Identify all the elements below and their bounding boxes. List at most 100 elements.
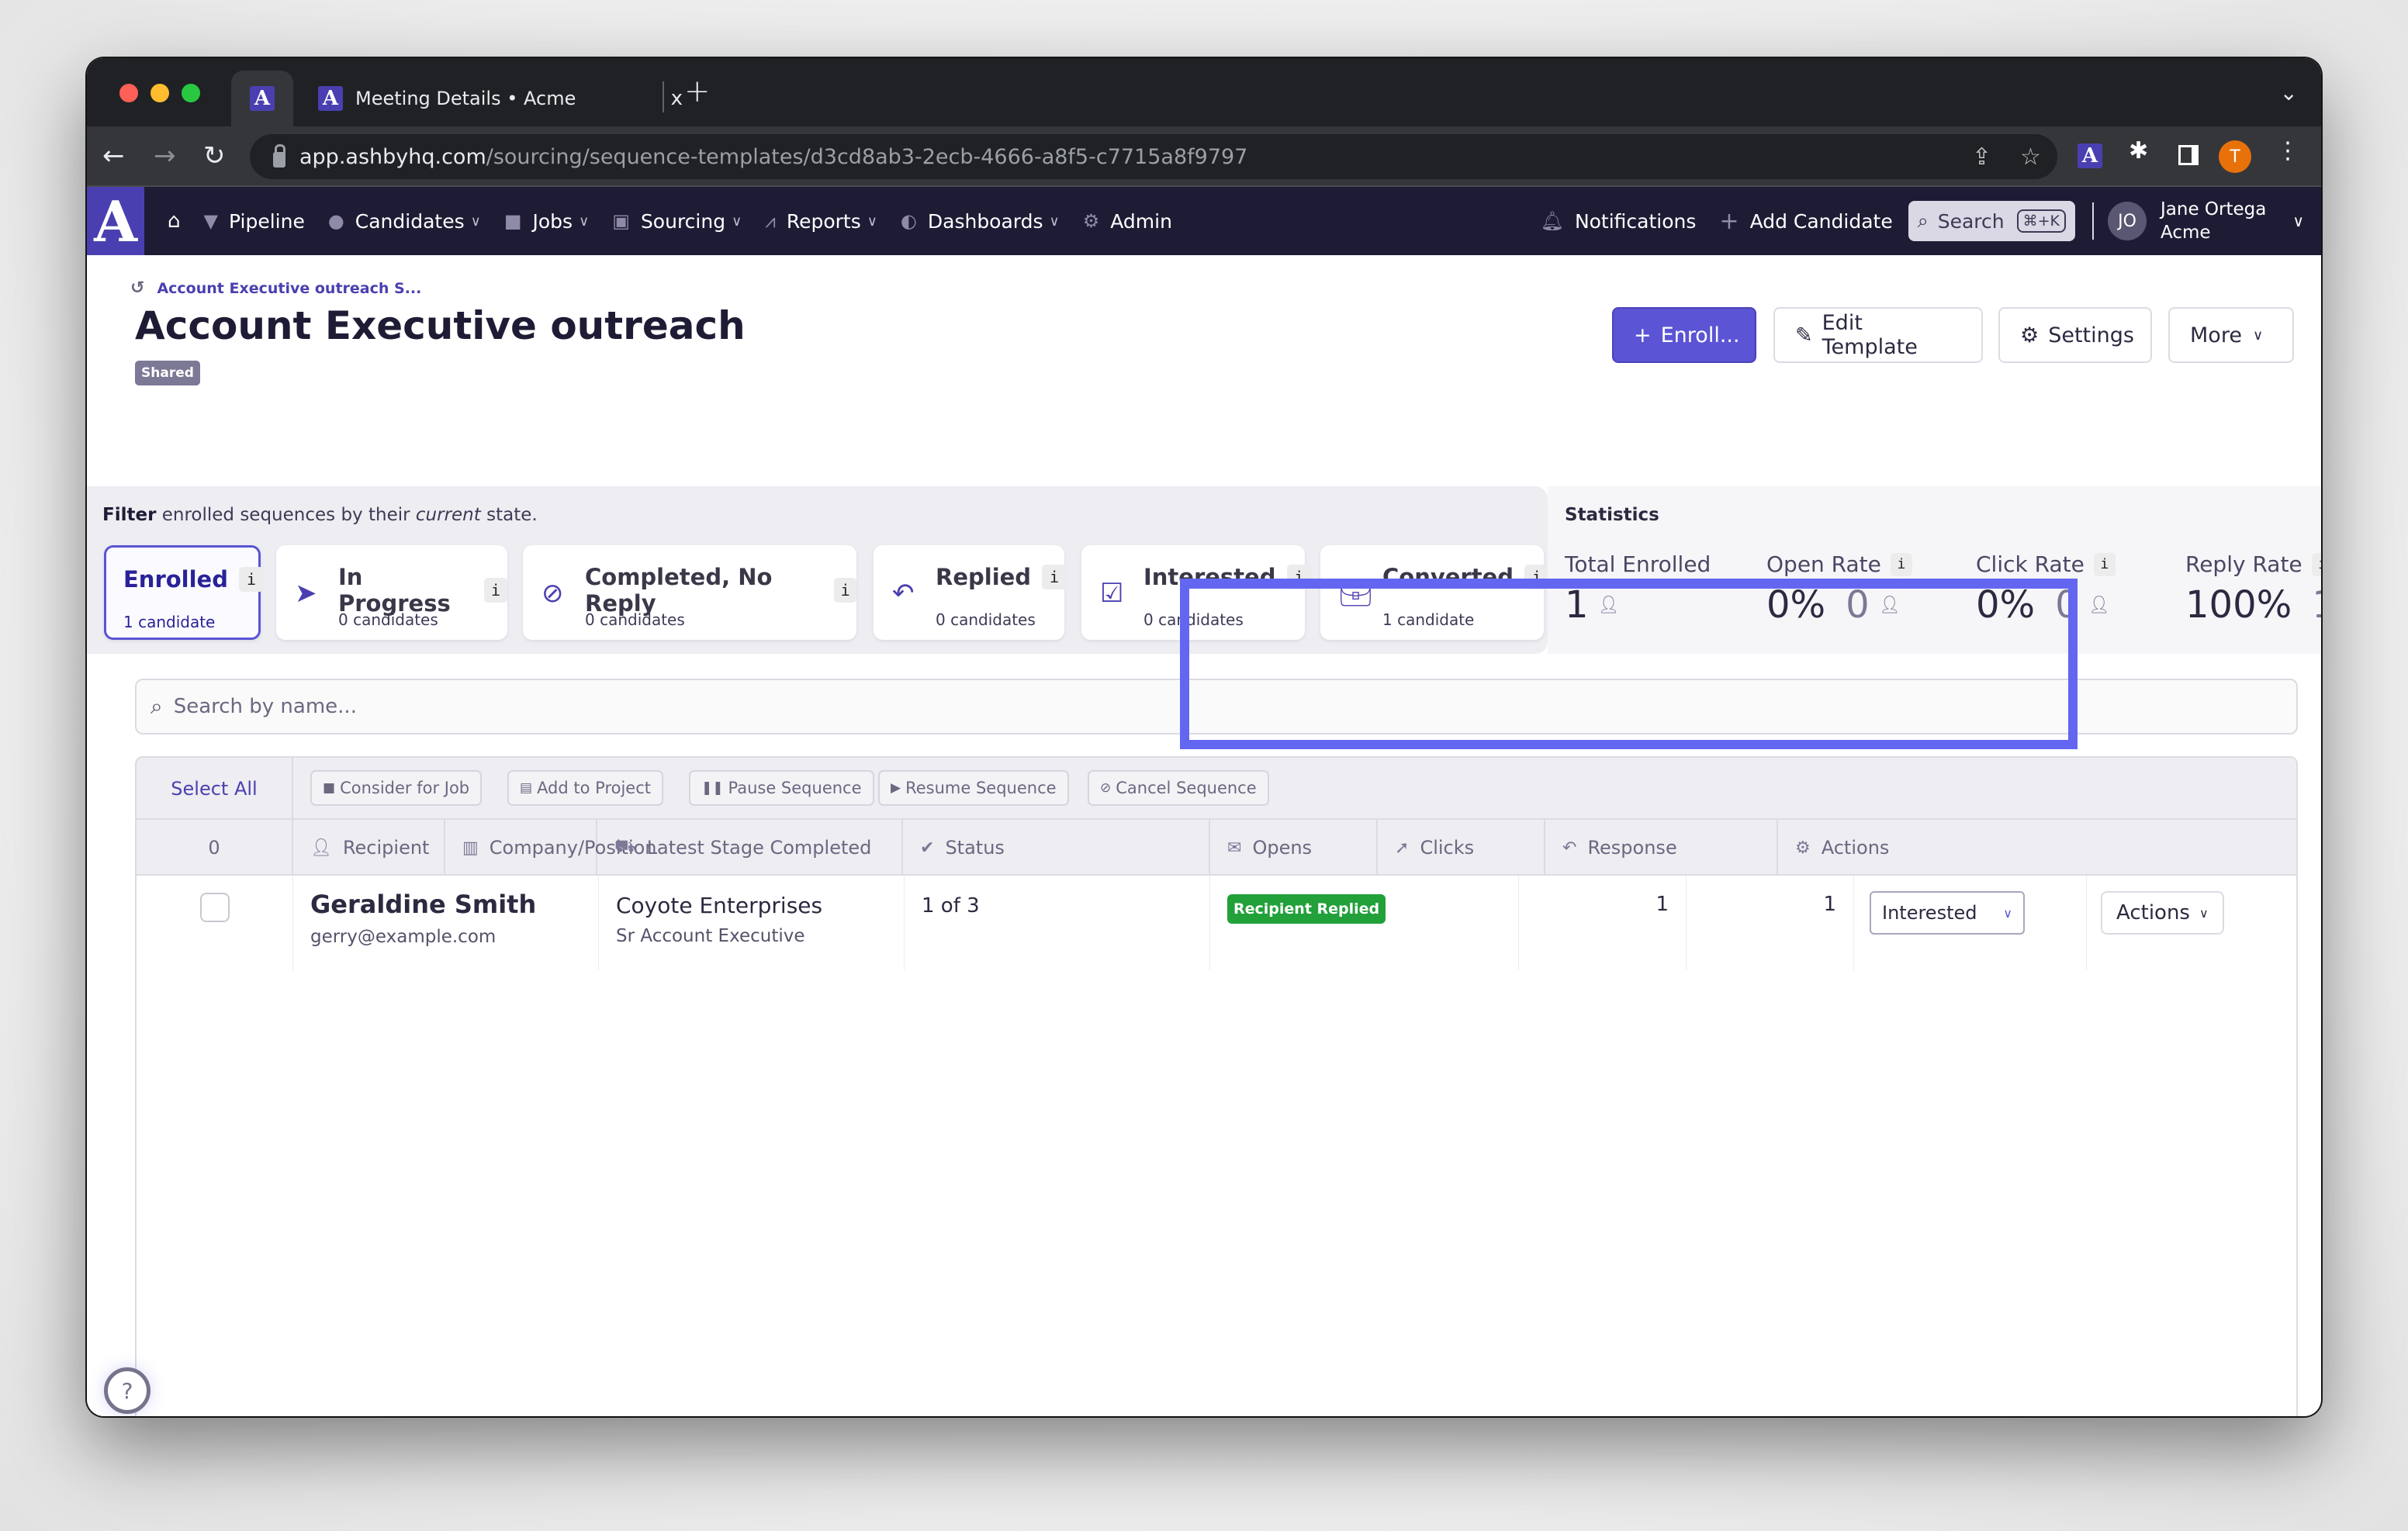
minimize-window-button[interactable]	[150, 84, 169, 102]
card-title-text: Enrolled	[123, 566, 228, 593]
row-checkbox[interactable]	[200, 893, 230, 922]
nav-candidates[interactable]: ● Candidates ∨	[328, 210, 481, 233]
info-icon[interactable]: i	[2093, 552, 2116, 576]
more-button[interactable]: More ∨	[2168, 307, 2294, 363]
info-icon[interactable]: i	[239, 567, 264, 592]
consider-for-job-button[interactable]: ■ Consider for Job	[310, 770, 483, 806]
cancel-sequence-button[interactable]: ⊘ Cancel Sequence	[1088, 770, 1269, 806]
info-icon[interactable]: i	[1286, 565, 1312, 589]
breadcrumb[interactable]: ↺ Account Executive outreach S...	[130, 278, 421, 298]
select-all-button[interactable]: Select All	[137, 758, 293, 820]
notifications-button[interactable]: 🔔︎ Notifications	[1540, 210, 1696, 233]
resume-sequence-button[interactable]: ▶ Resume Sequence	[878, 770, 1069, 806]
card-title: Replied i	[936, 564, 1067, 590]
stat-sub-value: 0	[1846, 583, 1870, 627]
chevron-down-icon: ∨	[732, 213, 742, 230]
stat-label: Total Enrolled	[1565, 551, 1711, 577]
card-title-text: In Progress	[338, 564, 451, 617]
chevron-down-icon[interactable]: ∨	[2292, 212, 2304, 230]
col-recipient[interactable]: 👤︎ Recipient	[293, 820, 445, 876]
stat-click-rate: Click Rate i 0% 0 👤︎	[1976, 551, 2116, 627]
profile-avatar[interactable]: T	[2219, 140, 2251, 173]
nav-pipeline[interactable]: ▼ Pipeline	[204, 210, 305, 233]
info-icon[interactable]: i	[2311, 552, 2321, 576]
filter-card-interested[interactable]: ☑ Interested i 0 candidates	[1081, 545, 1312, 640]
more-label: More	[2190, 323, 2242, 347]
card-title: Enrolled i	[123, 566, 264, 593]
nav-label: Dashboards	[927, 209, 1043, 233]
col-opens[interactable]: ✉ Opens	[1210, 820, 1378, 876]
forward-arrow-icon[interactable]: →	[154, 140, 176, 171]
tab-close-icon[interactable]: x	[671, 87, 683, 110]
new-tab-button[interactable]: +	[684, 74, 711, 109]
address-bar[interactable]: app.ashbyhq.com/sourcing/sequence-templa…	[250, 134, 2057, 179]
bookmark-star-icon[interactable]: ☆	[2020, 143, 2041, 171]
add-to-project-button[interactable]: ▤ Add to Project	[507, 770, 664, 806]
response-select[interactable]: Interested ∨	[1870, 891, 2025, 935]
back-arrow-icon[interactable]: ←	[102, 140, 125, 171]
side-panel-icon[interactable]	[2178, 145, 2199, 165]
person-envelope-icon: 👤︎	[310, 838, 332, 858]
share-icon[interactable]: ⇪	[1972, 143, 1991, 171]
col-status[interactable]: ✔ Status	[903, 820, 1210, 876]
table-row[interactable]: Geraldine Smith gerry@example.com Coyote…	[137, 876, 2296, 970]
history-icon: ↺	[130, 278, 145, 298]
nav-reports[interactable]: ⩘ Reports ∨	[765, 210, 877, 233]
stage-value: 1 of 3	[922, 894, 980, 918]
filter-card-enrolled[interactable]: Enrolled i 1 candidate	[104, 545, 264, 640]
edit-template-button[interactable]: ✎ Edit Template	[1773, 307, 1983, 363]
global-search-button[interactable]: ⌕ Search ⌘+K	[1908, 201, 2076, 241]
enroll-button[interactable]: + Enroll...	[1612, 307, 1756, 363]
stat-sub-value: 0	[2055, 583, 2079, 627]
nav-dashboards[interactable]: ◐ Dashboards ∨	[901, 210, 1060, 233]
nav-sourcing[interactable]: ▣ Sourcing ∨	[612, 210, 742, 233]
filter-card-replied[interactable]: ↶ Replied i 0 candidates	[874, 545, 1067, 640]
envelope-open-icon: ✉	[1227, 838, 1242, 858]
stat-reply-rate: Reply Rate i 100% 1	[2185, 551, 2321, 627]
info-icon[interactable]: i	[484, 578, 507, 603]
col-latest-stage[interactable]: ⛟ Latest Stage Completed	[597, 820, 903, 876]
pinned-tab[interactable]: A	[231, 71, 293, 126]
info-icon[interactable]: i	[1890, 552, 1912, 576]
ashby-logo[interactable]: A	[87, 187, 144, 255]
stat-value: 1	[1565, 583, 1589, 627]
name-search-input[interactable]	[173, 695, 2191, 718]
plus-icon: +	[1634, 323, 1652, 347]
pause-sequence-button[interactable]: ❚❚ Pause Sequence	[689, 770, 874, 806]
col-clicks[interactable]: ➚ Clicks	[1378, 820, 1545, 876]
nav-home[interactable]: ⌂	[168, 209, 181, 233]
filter-card-converted[interactable]: 💼︎ Converted i 1 candidate	[1320, 545, 1550, 640]
company-cell: Coyote Enterprises Sr Account Executive	[599, 876, 905, 970]
help-button[interactable]: ?	[104, 1367, 150, 1414]
col-company-position[interactable]: ▥ Company/Position	[445, 820, 657, 876]
add-candidate-button[interactable]: + Add Candidate	[1719, 208, 1892, 235]
row-actions-button[interactable]: Actions ∨	[2101, 891, 2224, 935]
info-icon[interactable]: i	[1524, 565, 1550, 589]
close-window-button[interactable]	[119, 84, 138, 102]
gear-icon: ⚙	[1082, 210, 1100, 232]
shared-badge: Shared	[135, 361, 200, 385]
user-menu[interactable]: Jane Ortega Acme	[2161, 198, 2266, 244]
filter-card-in-progress[interactable]: ➤ In Progress i 0 candidates	[276, 545, 507, 640]
breadcrumb-link[interactable]: Account Executive outreach S...	[157, 280, 421, 297]
reload-icon[interactable]: ↻	[203, 140, 226, 171]
tab-meeting-details[interactable]: A Meeting Details • Acme x	[303, 71, 690, 126]
browser-menu-icon[interactable]: ⋮	[2276, 137, 2299, 164]
col-response[interactable]: ↶ Response	[1545, 820, 1778, 876]
filter-card-completed-no-reply[interactable]: ⊘ Completed, No Reply i 0 candidates	[523, 545, 856, 640]
info-icon[interactable]: i	[1042, 565, 1067, 589]
ashby-extension-icon[interactable]: A	[2078, 143, 2102, 168]
info-icon[interactable]: i	[834, 578, 856, 603]
tab-search-chevron-icon[interactable]: ⌄	[2280, 80, 2298, 105]
extensions-puzzle-icon[interactable]: ✱	[2129, 137, 2148, 164]
statistics-title: Statistics	[1565, 505, 1659, 525]
col-label: Recipient	[342, 837, 430, 859]
settings-button[interactable]: ⚙ Settings	[1998, 307, 2152, 363]
nav-admin[interactable]: ⚙ Admin	[1083, 210, 1172, 233]
clicks-cell: 1	[1687, 876, 1854, 970]
user-avatar[interactable]: JO	[2108, 202, 2147, 240]
recipient-name[interactable]: Geraldine Smith	[310, 890, 598, 919]
name-search-field[interactable]: ⌕	[135, 679, 2298, 734]
maximize-window-button[interactable]	[182, 84, 200, 102]
nav-jobs[interactable]: ■ Jobs ∨	[504, 210, 589, 233]
